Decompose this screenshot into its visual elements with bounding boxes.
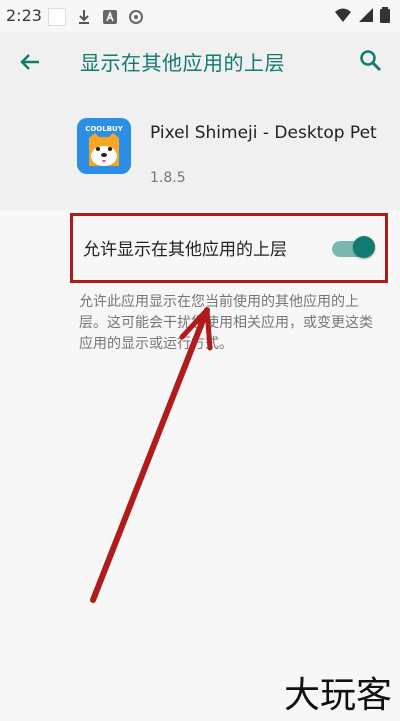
status-icons-left xyxy=(48,8,144,26)
svg-text:COOLBUY: COOLBUY xyxy=(85,125,124,133)
app-version: 1.8.5 xyxy=(150,170,186,186)
overlay-permission-label: 允许显示在其他应用的上层 xyxy=(83,240,287,260)
signal-icon xyxy=(359,8,373,22)
status-time: 2:23 xyxy=(6,6,42,25)
status-bar: 2:23 xyxy=(0,0,400,32)
settings-circle-icon xyxy=(129,10,143,24)
wifi-icon xyxy=(335,8,351,22)
page-title: 显示在其他应用的上层 xyxy=(80,51,285,75)
watermark: 大玩客 xyxy=(283,675,392,716)
download-icon xyxy=(79,10,89,24)
back-arrow-icon[interactable] xyxy=(18,50,42,74)
toggle-switch-thumb[interactable] xyxy=(353,236,375,258)
app-bar: 显示在其他应用的上层 xyxy=(0,32,400,92)
app-header xyxy=(0,92,400,210)
overlay-permission-setting[interactable]: 允许显示在其他应用的上层 xyxy=(70,213,388,283)
status-icons-right xyxy=(334,7,390,23)
app-icon: COOLBUY xyxy=(77,118,131,174)
dog-icon: COOLBUY xyxy=(77,118,131,174)
search-icon[interactable] xyxy=(358,48,384,74)
app-name: Pixel Shimeji - Desktop Pet xyxy=(150,123,377,143)
notification-a-icon xyxy=(103,10,117,24)
notification-square-icon xyxy=(48,8,66,26)
permission-description: 允许此应用显示在您当前使用的其他应用的上层。这可能会干扰您使用相关应用，或变更这… xyxy=(79,294,373,352)
battery-icon xyxy=(380,7,390,23)
